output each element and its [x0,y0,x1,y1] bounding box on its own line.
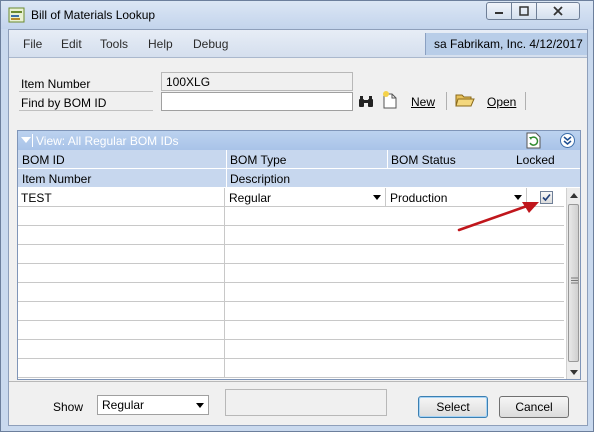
bom-scrolling-window: View: All Regular BOM IDs BOM ID BOM Typ… [17,130,581,380]
menu-tools[interactable]: Tools [100,37,128,51]
cell-bom-id[interactable]: TEST [18,188,225,207]
item-number-field: 100XLG [161,72,353,91]
col-locked[interactable]: Locked [516,153,555,167]
item-number-label: Item Number [21,77,91,91]
empty-cell[interactable] [18,340,225,359]
table-row[interactable] [18,283,564,302]
company-status: sa Fabrikam, Inc. 4/12/2017 [425,33,587,55]
maximize-icon [519,6,529,16]
menu-help[interactable]: Help [148,37,173,51]
minimize-button[interactable] [486,2,512,20]
find-by-bom-id-input[interactable] [161,92,353,111]
table-row[interactable] [18,321,564,340]
scroll-up-icon[interactable] [570,192,578,198]
new-button[interactable]: New [411,95,435,109]
footer-divider [9,381,587,382]
expand-rows-icon[interactable] [560,133,575,148]
empty-cell[interactable] [18,245,225,264]
show-dropdown[interactable]: Regular [97,395,209,415]
window-client-area: File Edit Tools Help Debug sa Fabrikam, … [8,29,588,426]
table-row[interactable] [18,302,564,321]
row-divider [19,91,153,92]
new-document-icon[interactable] [382,91,398,109]
scroll-down-icon[interactable] [570,370,578,376]
empty-cell[interactable] [226,302,564,321]
menu-file[interactable]: File [23,37,42,51]
column-divider [387,150,388,169]
empty-cell[interactable] [226,340,564,359]
vertical-scrollbar[interactable] [566,188,580,379]
collapse-arrow-icon[interactable] [21,137,31,145]
column-header-row: BOM ID BOM Type BOM Status Locked [18,150,580,169]
chevron-down-icon [373,195,381,200]
view-bar-divider [32,134,33,147]
col-bom-id[interactable]: BOM ID [22,153,65,167]
empty-cell[interactable] [18,264,225,283]
empty-cell[interactable] [226,245,564,264]
find-by-bom-id-label: Find by BOM ID [21,96,107,110]
scrollbar-thumb[interactable] [568,204,579,362]
empty-cell[interactable] [18,302,225,321]
col-item-number[interactable]: Item Number [22,172,91,186]
status-box [225,389,387,416]
table-row[interactable] [18,359,564,378]
toolbar-separator [525,92,526,110]
column-header-row-2: Item Number Description [18,169,580,188]
table-row[interactable] [18,340,564,359]
show-label: Show [53,400,84,414]
menu-edit[interactable]: Edit [61,37,82,51]
empty-cell[interactable] [18,359,225,378]
bom-status-value: Production [390,191,448,205]
row-divider [19,110,153,111]
minimize-icon [495,12,503,14]
menu-bar: File Edit Tools Help Debug sa Fabrikam, … [9,30,587,58]
open-button[interactable]: Open [487,95,516,109]
title-bar[interactable]: Bill of Materials Lookup [1,1,593,29]
view-bar: View: All Regular BOM IDs [18,131,580,150]
toolbar-separator [446,92,447,110]
empty-cell[interactable] [18,207,225,226]
menu-debug[interactable]: Debug [193,37,228,51]
refresh-document-icon[interactable] [526,132,541,149]
bom-type-value: Regular [229,191,272,205]
annotation-arrow-icon [457,202,539,232]
close-icon [553,6,563,16]
maximize-button[interactable] [511,2,537,20]
chevron-down-icon [196,403,204,408]
app-window-icon [8,7,25,23]
col-description[interactable]: Description [230,172,290,186]
empty-cell[interactable] [226,264,564,283]
col-bom-status[interactable]: BOM Status [391,153,456,167]
window-title: Bill of Materials Lookup [31,8,156,22]
bom-type-dropdown[interactable]: Regular [226,188,386,207]
empty-cell[interactable] [226,283,564,302]
binoculars-icon[interactable] [359,96,373,108]
column-divider [226,169,227,188]
close-button[interactable] [536,2,580,20]
table-row[interactable] [18,245,564,264]
col-bom-type[interactable]: BOM Type [230,153,286,167]
empty-cell[interactable] [18,226,225,245]
lookup-window: Bill of Materials Lookup File Edit Tools… [0,0,594,432]
column-divider [226,150,227,169]
table-row[interactable] [18,264,564,283]
empty-cell[interactable] [18,283,225,302]
bom-id-value: TEST [21,191,52,205]
view-label[interactable]: View: All Regular BOM IDs [36,134,179,148]
cancel-button[interactable]: Cancel [499,396,569,418]
grip-icon [571,277,578,284]
empty-cell[interactable] [226,359,564,378]
open-folder-icon[interactable] [455,92,475,108]
empty-cell[interactable] [18,321,225,340]
show-value: Regular [102,398,145,412]
select-button[interactable]: Select [418,396,488,418]
empty-cell[interactable] [226,321,564,340]
